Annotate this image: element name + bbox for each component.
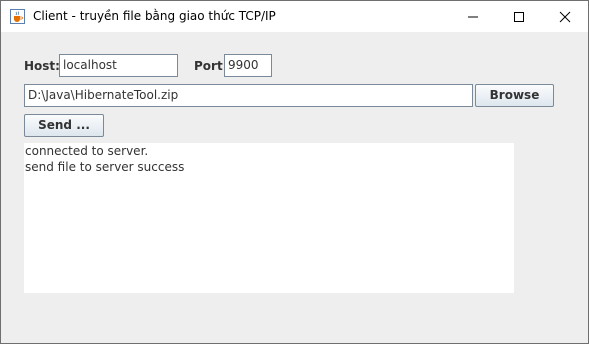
maximize-button[interactable]: [496, 1, 542, 32]
file-path-input[interactable]: D:\Java\HibernateTool.zip: [24, 84, 473, 107]
port-label: Port:: [194, 59, 228, 73]
send-button[interactable]: Send ...: [24, 114, 104, 137]
title-bar[interactable]: Client - truyền file bằng giao thức TCP/…: [1, 1, 588, 32]
host-input[interactable]: localhost: [59, 54, 178, 77]
minimize-icon: [468, 16, 478, 18]
java-cup-icon: [10, 9, 25, 24]
port-input[interactable]: 9900: [224, 54, 272, 77]
maximize-icon: [514, 12, 524, 22]
log-area[interactable]: connected to server. send file to server…: [24, 143, 514, 293]
host-label: Host:: [24, 59, 60, 73]
client-window: Client - truyền file bằng giao thức TCP/…: [0, 0, 589, 344]
window-title: Client - truyền file bằng giao thức TCP/…: [33, 9, 276, 23]
close-icon: [559, 11, 571, 23]
close-button[interactable]: [542, 1, 588, 32]
log-line: connected to server.: [25, 144, 149, 158]
log-line: send file to server success: [25, 160, 185, 174]
browse-button[interactable]: Browse: [475, 84, 554, 107]
minimize-button[interactable]: [450, 1, 496, 32]
